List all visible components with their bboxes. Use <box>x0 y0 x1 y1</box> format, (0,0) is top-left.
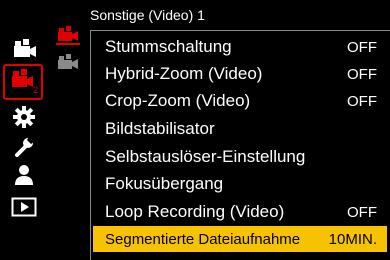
menu-category-sidebar: 2 <box>0 0 48 260</box>
menu-item-label: Bildstabilisator <box>105 119 215 138</box>
gear-icon[interactable] <box>6 104 42 130</box>
menu-item-value: OFF <box>347 92 377 110</box>
svg-text:2: 2 <box>33 85 38 94</box>
photo-camera-icon[interactable] <box>6 36 42 62</box>
menu-item-stummschaltung[interactable]: Stummschaltung OFF <box>93 34 387 60</box>
menu-list: Stummschaltung OFF Hybrid-Zoom (Video) O… <box>90 30 390 260</box>
menu-item-segmentierte-dateiaufnahme[interactable]: Segmentierte Dateiaufnahme 10MIN. <box>93 226 387 252</box>
menu-item-label: Stummschaltung <box>105 37 232 56</box>
menu-item-label: Hybrid-Zoom (Video) <box>105 64 263 83</box>
menu-item-label: Selbstauslöser-Einstellung <box>105 147 306 166</box>
menu-item-crop-zoom[interactable]: Crop-Zoom (Video) OFF <box>93 88 387 114</box>
menu-item-label: Crop-Zoom (Video) <box>105 91 251 110</box>
wrench-icon[interactable] <box>6 134 42 160</box>
menu-item-fokusuebergang[interactable]: Fokusübergang <box>93 171 387 197</box>
menu-item-hybrid-zoom[interactable]: Hybrid-Zoom (Video) OFF <box>93 61 387 87</box>
menu-item-label: Fokusübergang <box>105 174 224 193</box>
menu-item-selbstausloeser[interactable]: Selbstauslöser-Einstellung <box>93 144 387 170</box>
page-title: Sonstige (Video) 1 <box>90 7 205 23</box>
menu-item-bildstabilisator[interactable]: Bildstabilisator <box>93 116 387 142</box>
camera-menu-screen: 2 Sonstige (Video) 1 Stummschaltung OFF … <box>0 0 390 260</box>
menu-item-label: Loop Recording (Video) <box>105 202 285 221</box>
menu-item-value: OFF <box>347 38 377 56</box>
person-icon[interactable] <box>6 162 42 188</box>
video-camera-icon[interactable] <box>56 26 82 51</box>
video-camera-icon[interactable] <box>56 54 82 79</box>
video-camera-icon[interactable]: 2 <box>6 68 42 94</box>
menu-item-loop-recording[interactable]: Loop Recording (Video) OFF <box>93 199 387 225</box>
menu-item-label: Segmentierte Dateiaufnahme <box>105 230 301 248</box>
menu-item-value: 10MIN. <box>328 230 377 248</box>
menu-item-value: OFF <box>347 65 377 83</box>
playback-icon[interactable] <box>6 194 42 220</box>
menu-subtabs <box>48 24 88 84</box>
menu-item-value: OFF <box>347 203 377 221</box>
